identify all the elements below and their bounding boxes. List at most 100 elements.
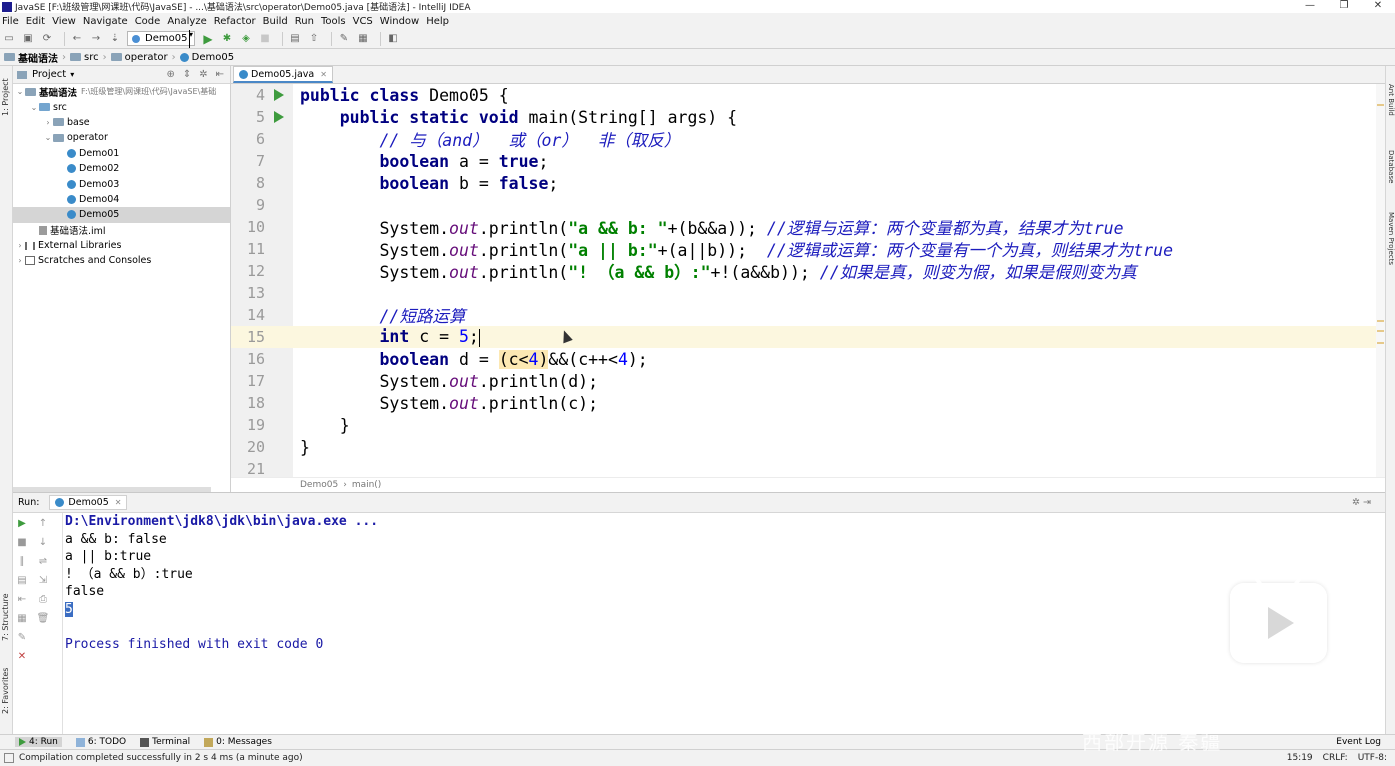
tab-terminal[interactable]: Terminal xyxy=(140,737,190,747)
video-play-overlay[interactable] xyxy=(1230,569,1327,663)
chevron-right-icon[interactable]: › xyxy=(43,118,53,127)
up-icon[interactable]: ↑ xyxy=(37,517,49,529)
code-line[interactable]: 8 boolean b = false; xyxy=(231,172,1385,194)
tab-event-log[interactable]: Event Log xyxy=(1336,737,1381,747)
hide-icon[interactable]: ⇤ xyxy=(216,69,224,80)
chevron-down-icon[interactable]: ⌄ xyxy=(29,103,39,112)
code-line[interactable]: 5 public static void main(String[] args)… xyxy=(231,106,1385,128)
favorites-tool-button[interactable]: 2: Favorites xyxy=(1,668,10,714)
database-tool-button[interactable]: Database xyxy=(1387,150,1395,183)
breadcrumb-src[interactable]: src › xyxy=(70,52,107,63)
maven-projects-tool-button[interactable]: Maven Projects xyxy=(1387,212,1395,265)
tree-item[interactable]: Demo03 xyxy=(13,176,230,191)
code-line[interactable]: 4 public class Demo05 { xyxy=(231,84,1385,106)
tab-todo[interactable]: 6: TODO xyxy=(75,737,126,747)
print-icon[interactable]: ⎙ xyxy=(37,593,49,605)
run-gutter-icon[interactable] xyxy=(274,111,284,123)
tree-item[interactable]: 基础语法.iml xyxy=(13,223,230,238)
menu-analyze[interactable]: Analyze xyxy=(167,16,206,27)
tree-item[interactable]: Demo04 xyxy=(13,192,230,207)
coverage-icon[interactable]: ◈ xyxy=(239,32,253,46)
gear-icon[interactable]: ✲ ⇥ xyxy=(1352,497,1371,508)
tree-item[interactable]: › External Libraries xyxy=(13,238,230,253)
vcs-update-icon[interactable]: ▤ xyxy=(288,32,302,46)
code-line[interactable]: 10 System.out.println("a && b: "+(b&&a))… xyxy=(231,216,1385,238)
code-editor[interactable]: 4 public class Demo05 {5 public static vo… xyxy=(231,84,1385,477)
collapse-all-icon[interactable]: ⇕ xyxy=(183,69,191,80)
tree-item[interactable]: › Scratches and Consoles xyxy=(13,253,230,268)
menu-tools[interactable]: Tools xyxy=(321,16,346,27)
tree-item[interactable]: ⌄ operator xyxy=(13,130,230,145)
exit-icon[interactable]: ⇤ xyxy=(16,593,28,605)
console-output[interactable]: D:\Environment\jdk8\jdk\bin\java.exe ...… xyxy=(65,513,378,654)
code-line[interactable]: 21 xyxy=(231,458,1385,477)
soft-wrap-icon[interactable]: ⇌ xyxy=(37,555,49,567)
breadcrumb-class[interactable]: Demo05 xyxy=(179,52,234,63)
tree-item[interactable]: ⌄ src xyxy=(13,99,230,114)
code-line[interactable]: 6 // 与（and） 或（or） 非（取反） xyxy=(231,128,1385,150)
menu-code[interactable]: Code xyxy=(135,16,161,27)
tree-item[interactable]: › base xyxy=(13,115,230,130)
minimize-button[interactable]: — xyxy=(1293,0,1327,13)
editor-crumb-method[interactable]: main() xyxy=(352,480,382,490)
code-line[interactable]: 13 xyxy=(231,282,1385,304)
menu-edit[interactable]: Edit xyxy=(26,16,45,27)
menu-build[interactable]: Build xyxy=(263,16,288,27)
close-icon[interactable]: ✕ xyxy=(320,70,327,79)
close-button[interactable]: ✕ xyxy=(1361,0,1395,13)
tab-messages[interactable]: 0: Messages xyxy=(204,737,272,747)
chevron-right-icon[interactable]: › xyxy=(15,241,25,250)
chevron-down-icon[interactable]: ▾ xyxy=(70,70,74,79)
menu-window[interactable]: Window xyxy=(380,16,419,27)
project-tool-button[interactable]: 1: Project xyxy=(1,78,10,116)
debug-icon[interactable]: ✱ xyxy=(220,32,234,46)
line-separator[interactable]: CRLF: xyxy=(1323,753,1348,763)
back-icon[interactable]: ← xyxy=(70,32,84,46)
chevron-down-icon[interactable]: ⌄ xyxy=(15,87,25,96)
code-line[interactable]: 12 System.out.println("! （a && b）:"+!(a&… xyxy=(231,260,1385,282)
code-line[interactable]: 20} xyxy=(231,436,1385,458)
pause-icon[interactable]: ∥ xyxy=(16,555,28,567)
tab-demo05-java[interactable]: Demo05.java ✕ xyxy=(233,66,333,83)
gear-icon[interactable]: ✲ xyxy=(199,69,207,80)
structure-tool-button[interactable]: 7: Structure xyxy=(1,593,10,641)
chevron-down-icon[interactable]: ⌄ xyxy=(43,133,53,142)
run-icon[interactable]: ▶ xyxy=(201,32,215,46)
status-icon[interactable] xyxy=(4,753,14,763)
chevron-right-icon[interactable]: › xyxy=(15,256,25,265)
stop-icon[interactable]: ■ xyxy=(16,536,28,548)
dump-threads-icon[interactable]: ▤ xyxy=(16,574,28,586)
file-encoding[interactable]: UTF-8: xyxy=(1358,753,1387,763)
run-gutter-icon[interactable] xyxy=(274,89,284,101)
menu-navigate[interactable]: Navigate xyxy=(83,16,128,27)
locate-icon[interactable]: ⊕ xyxy=(166,69,174,80)
code-line[interactable]: 9 xyxy=(231,194,1385,216)
caret-position[interactable]: 15:19 xyxy=(1287,753,1313,763)
close-icon[interactable]: ✕ xyxy=(115,498,122,507)
save-all-icon[interactable]: ▣ xyxy=(21,32,35,46)
close-icon[interactable]: ✕ xyxy=(16,650,28,662)
layout-icon[interactable]: ▦ xyxy=(16,612,28,624)
run-tab-demo05[interactable]: Demo05 ✕ xyxy=(49,495,128,510)
breadcrumb-module[interactable]: 基础语法 › xyxy=(4,50,66,65)
sdk-icon[interactable]: ◧ xyxy=(386,32,400,46)
settings-wrench-icon[interactable]: ✎ xyxy=(337,32,351,46)
down-icon[interactable]: ↓ xyxy=(37,536,49,548)
code-line[interactable]: 19 } xyxy=(231,414,1385,436)
code-line[interactable]: 7 boolean a = true; xyxy=(231,150,1385,172)
sync-icon[interactable]: ⟳ xyxy=(40,32,54,46)
build-icon[interactable]: ⇣ xyxy=(108,32,122,46)
tree-item[interactable]: Demo01 xyxy=(13,146,230,161)
stop-icon[interactable]: ■ xyxy=(258,32,272,46)
forward-icon[interactable]: → xyxy=(89,32,103,46)
error-stripe[interactable] xyxy=(1376,84,1385,477)
tab-run[interactable]: 4: Run xyxy=(15,737,62,747)
menu-file[interactable]: File xyxy=(2,16,19,27)
menu-run[interactable]: Run xyxy=(295,16,314,27)
menu-refactor[interactable]: Refactor xyxy=(214,16,256,27)
code-line[interactable]: 16 boolean d = (c<4)&&(c++<4); xyxy=(231,348,1385,370)
code-line[interactable]: 17 System.out.println(d); xyxy=(231,370,1385,392)
tree-item[interactable]: Demo02 xyxy=(13,161,230,176)
code-line[interactable]: 11 System.out.println("a || b:"+(a||b));… xyxy=(231,238,1385,260)
scroll-to-end-icon[interactable]: ⇲ xyxy=(37,574,49,586)
